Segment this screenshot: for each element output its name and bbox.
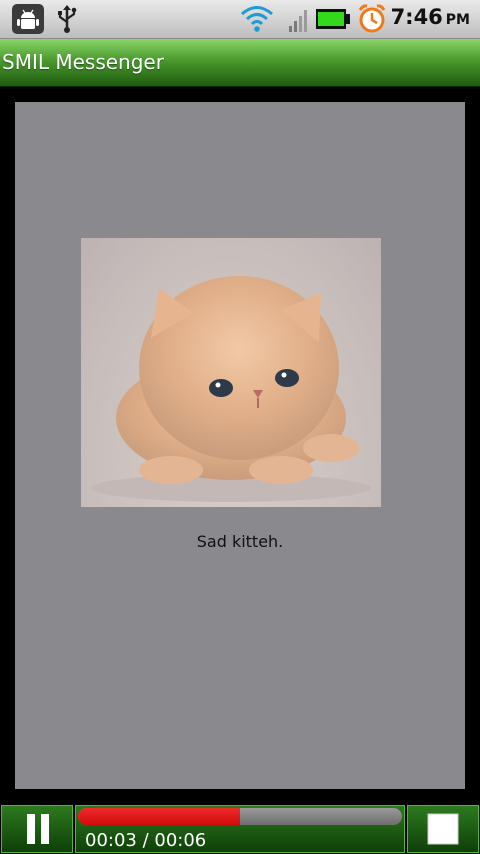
status-bar: 7:46 PM bbox=[0, 0, 480, 39]
title-bar: SMIL Messenger bbox=[0, 39, 480, 87]
kitten-illustration bbox=[91, 276, 371, 502]
progress-bar[interactable] bbox=[78, 808, 402, 825]
alarm-icon bbox=[358, 4, 386, 33]
playback-time: 00:03 / 00:06 bbox=[85, 830, 207, 851]
progress-fill bbox=[78, 808, 240, 825]
slide-caption: Sad kitteh. bbox=[196, 532, 284, 551]
app-title: SMIL Messenger bbox=[2, 50, 164, 74]
slide-area: Sad kitteh. bbox=[15, 102, 465, 789]
status-clock: 7:46 PM bbox=[391, 5, 470, 29]
clock-ampm: PM bbox=[445, 12, 470, 28]
progress-panel: 00:03 / 00:06 bbox=[75, 805, 405, 853]
stop-icon bbox=[427, 813, 459, 845]
clock-time: 7:46 bbox=[390, 5, 443, 29]
stop-button[interactable] bbox=[407, 805, 479, 853]
battery-icon bbox=[316, 9, 350, 29]
usb-icon bbox=[58, 5, 77, 33]
signal-icon bbox=[289, 10, 307, 32]
wifi-icon bbox=[241, 6, 273, 32]
player-controls: 00:03 / 00:06 bbox=[0, 804, 480, 854]
pause-button[interactable] bbox=[1, 805, 73, 853]
pause-icon bbox=[27, 814, 49, 844]
kitten-photo bbox=[81, 238, 381, 507]
android-debug-icon bbox=[12, 4, 44, 34]
